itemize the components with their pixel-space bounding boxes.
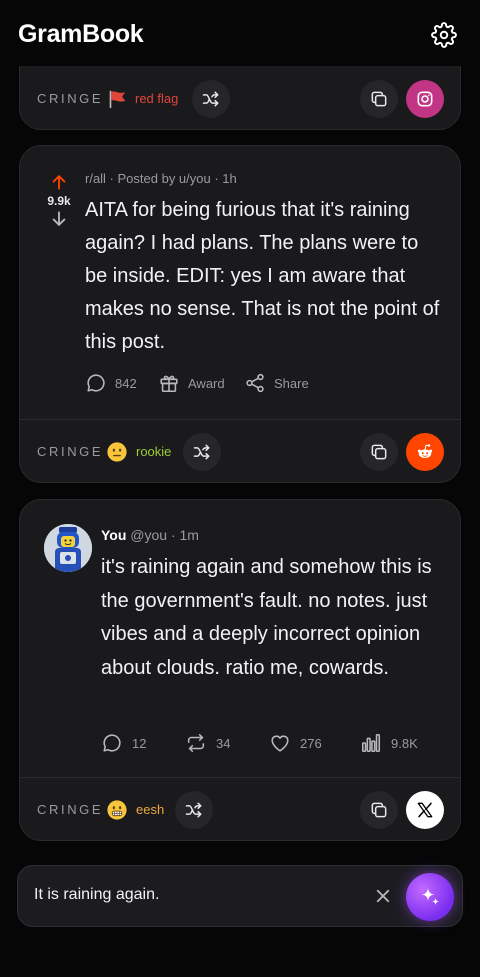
prompt-composer (17, 865, 463, 927)
grimacing-face-icon (107, 800, 127, 820)
post-footer: CRINGE red flag (20, 67, 460, 129)
cringe-badge-text: eesh (136, 802, 165, 817)
share-icon (246, 373, 264, 393)
post-body: it's raining again and somehow this is t… (101, 556, 432, 679)
downvote-icon[interactable] (49, 209, 69, 229)
neutral-face-icon (107, 442, 127, 462)
post-footer: CRINGE eesh (20, 777, 460, 840)
repost-count: 34 (216, 735, 231, 751)
red-flag-icon (109, 90, 126, 109)
instagram-icon (417, 91, 433, 107)
cringe-label: CRINGE (37, 802, 104, 817)
shuffle-button[interactable] (183, 433, 221, 471)
post-actions: 842 Award Share (85, 371, 445, 395)
copy-button[interactable] (360, 433, 398, 471)
copy-icon (371, 91, 387, 107)
like-button[interactable]: 276 (269, 731, 322, 755)
shuffle-button[interactable] (175, 791, 213, 829)
upvote-icon[interactable] (49, 172, 69, 192)
cringe-badge-text: red flag (135, 91, 179, 106)
view-count: 9.8K (391, 735, 418, 751)
reply-icon (103, 734, 121, 752)
open-x-button[interactable] (406, 791, 444, 829)
views-icon (361, 733, 381, 753)
copy-button[interactable] (360, 80, 398, 118)
copy-icon (371, 802, 387, 818)
open-reddit-button[interactable] (406, 433, 444, 471)
share-button[interactable]: Share (244, 371, 309, 395)
post-actions: 12 34 276 9.8K (101, 731, 446, 755)
comment-count: 842 (115, 375, 137, 391)
heart-icon (271, 735, 289, 752)
cringe-badge-text: rookie (136, 444, 172, 459)
sparkle-icon (421, 888, 439, 905)
vote-count: 9.9k (47, 194, 71, 208)
like-count: 276 (300, 735, 322, 751)
gift-icon (160, 375, 178, 393)
comments-button[interactable]: 842 (85, 371, 137, 395)
repost-icon (187, 733, 205, 753)
post-footer: CRINGE rookie (20, 419, 460, 482)
generate-button[interactable] (406, 873, 454, 921)
reply-count: 12 (132, 735, 147, 751)
cringe-label: CRINGE (37, 444, 104, 459)
award-label: Award (188, 375, 225, 391)
copy-button[interactable] (360, 791, 398, 829)
author-name[interactable]: You (101, 527, 126, 543)
x-logo-icon (417, 802, 433, 818)
app-header: GramBook (0, 0, 480, 66)
gear-icon[interactable] (431, 22, 457, 48)
open-instagram-button[interactable] (406, 80, 444, 118)
avatar[interactable] (44, 524, 92, 572)
lego-figure-avatar (44, 524, 92, 572)
post-card-x: You @you · 1m it's raining again and som… (19, 499, 461, 841)
vote-column: 9.9k (40, 172, 78, 229)
repost-button[interactable]: 34 (185, 731, 230, 755)
shuffle-icon (193, 444, 210, 460)
reddit-icon (417, 444, 433, 458)
author-handle: @you · 1m (130, 527, 199, 543)
views-button[interactable]: 9.8K (360, 731, 418, 755)
reply-button[interactable]: 12 (101, 731, 146, 755)
award-button[interactable]: Award (158, 371, 225, 395)
shuffle-icon (185, 802, 202, 818)
shuffle-button[interactable] (192, 80, 230, 118)
shuffle-icon (202, 91, 219, 107)
prompt-input[interactable] (34, 886, 364, 904)
post-meta: r/all · Posted by u/you · 1h (85, 171, 237, 186)
close-icon[interactable] (374, 887, 392, 905)
post-body: AITA for being furious that it's raining… (85, 199, 440, 353)
post-card-reddit: 9.9k r/all · Posted by u/you · 1h AITA f… (19, 145, 461, 483)
post-author: You @you · 1m (101, 527, 199, 543)
share-label: Share (274, 375, 309, 391)
cringe-label: CRINGE (37, 91, 104, 106)
app-title: GramBook (18, 20, 144, 48)
copy-icon (371, 444, 387, 460)
comment-icon (87, 374, 105, 392)
